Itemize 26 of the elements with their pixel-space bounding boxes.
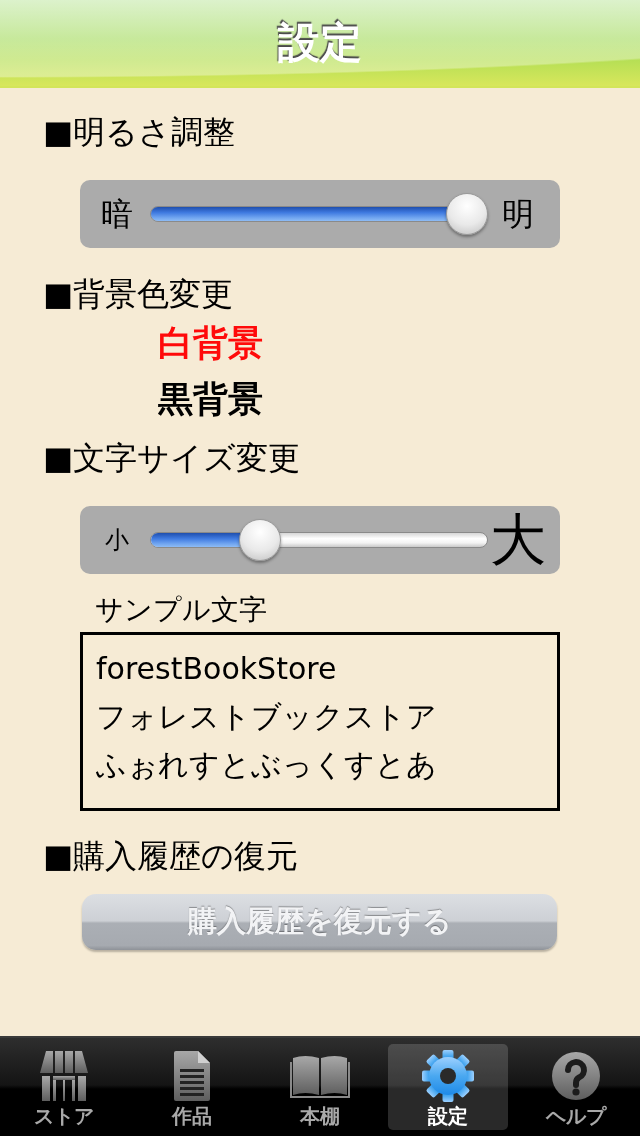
section-heading: ■文字サイズ変更 — [43, 438, 301, 478]
section-heading: ■背景色変更 — [43, 274, 234, 314]
sample-text-line: forestBookStore — [96, 650, 337, 688]
open-book-icon — [290, 1054, 350, 1098]
gear-icon — [422, 1050, 474, 1102]
slider-max-label: 大 — [490, 512, 546, 568]
tab[interactable]: ストア — [4, 1044, 124, 1130]
sample-text-line: ふぉれすとぶっくすとあ — [96, 746, 437, 784]
section-heading: ■明るさ調整 — [43, 112, 236, 152]
sample-text-line: フォレストブックストア — [96, 698, 437, 736]
tab[interactable]: 設定 — [388, 1044, 508, 1130]
slider-min-label: 暗 — [101, 198, 133, 230]
slider-thumb[interactable] — [238, 519, 281, 561]
title: 設定 — [278, 18, 362, 68]
slider-max-label: 明 — [502, 198, 534, 230]
document-icon — [174, 1051, 210, 1101]
section-heading: ■購入履歴の復元 — [43, 836, 299, 876]
slider-min-label: 小 — [105, 528, 129, 552]
background-option[interactable]: 黒背景 — [158, 376, 263, 422]
tab[interactable]: 作品 — [132, 1044, 252, 1130]
tab[interactable]: ヘルプ — [516, 1044, 636, 1130]
store-icon — [40, 1051, 88, 1101]
tab[interactable]: 本棚 — [260, 1044, 380, 1130]
slider-thumb[interactable] — [446, 193, 488, 235]
help-icon — [551, 1051, 601, 1101]
sample-label: サンプル文字 — [95, 592, 267, 628]
